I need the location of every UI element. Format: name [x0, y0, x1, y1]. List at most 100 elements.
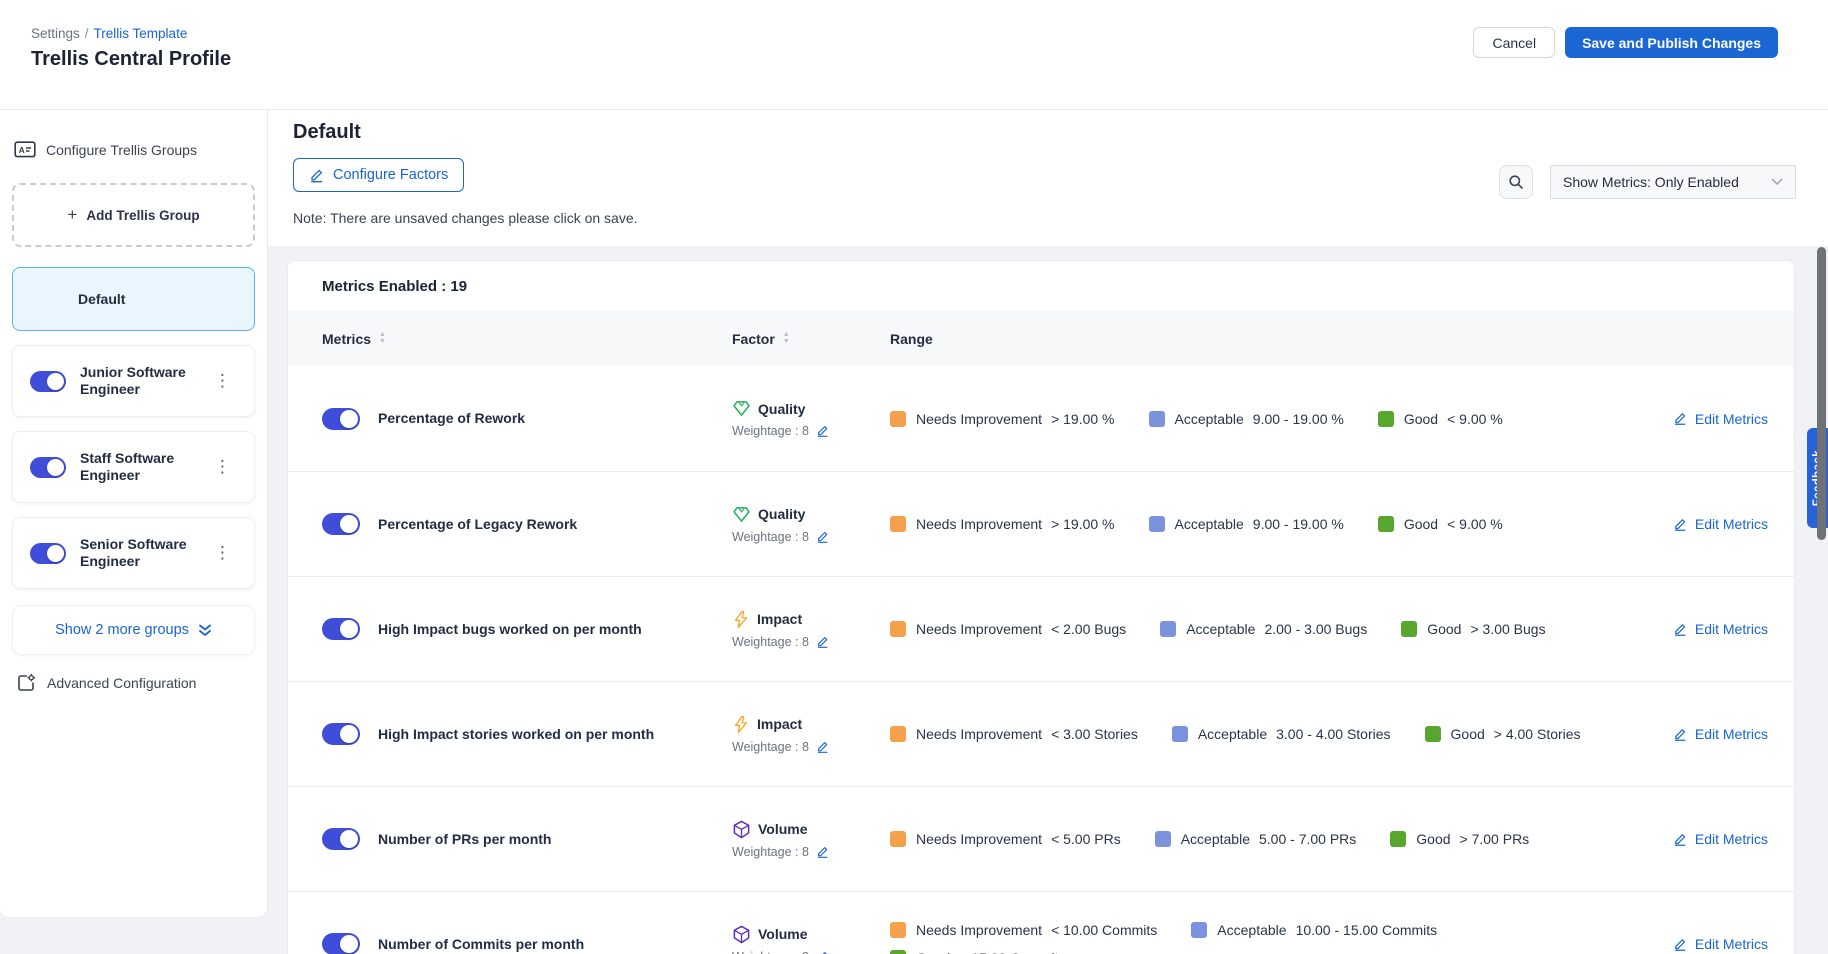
metric-cell: Percentage of Legacy Rework — [322, 513, 732, 535]
search-button[interactable] — [1499, 165, 1533, 199]
add-trellis-group-button[interactable]: + Add Trellis Group — [12, 183, 255, 247]
show-metrics-dropdown[interactable]: Show Metrics: Only Enabled — [1550, 165, 1796, 199]
metric-enabled-toggle[interactable] — [322, 408, 360, 430]
range-label: Good — [916, 950, 950, 954]
badge-card-icon: A — [14, 140, 36, 159]
double-chevron-down-icon — [198, 624, 212, 637]
column-header-factor[interactable]: Factor ▲▼ — [732, 331, 890, 347]
metric-enabled-toggle[interactable] — [322, 513, 360, 535]
save-publish-button[interactable]: Save and Publish Changes — [1565, 27, 1778, 58]
weightage-label: Weightage : 8 — [732, 424, 809, 438]
group-enabled-toggle[interactable] — [30, 371, 66, 392]
factor-cell: Volume Weightage : 8 — [732, 820, 890, 859]
impact-bolt-icon — [732, 715, 750, 734]
group-card[interactable]: Senior Software Engineer ⋮ — [12, 517, 255, 589]
toggle-knob — [47, 373, 64, 390]
column-header-metrics[interactable]: Metrics ▲▼ — [322, 331, 732, 347]
edit-weightage-icon[interactable] — [816, 424, 829, 438]
range-label: Acceptable — [1175, 411, 1244, 427]
main-content: Default Configure Factors Note: There ar… — [268, 110, 1828, 954]
unsaved-changes-note: Note: There are unsaved changes please c… — [293, 210, 638, 226]
range-color-swatch — [1155, 831, 1171, 847]
edit-metrics-link[interactable]: Edit Metrics — [1673, 831, 1768, 847]
range-label: Needs Improvement — [916, 831, 1042, 847]
factor-name: Volume — [758, 926, 808, 942]
edit-metrics-label: Edit Metrics — [1695, 516, 1768, 532]
metric-enabled-toggle[interactable] — [322, 828, 360, 850]
advanced-configuration-link[interactable]: Advanced Configuration — [16, 673, 255, 693]
edit-metrics-label: Edit Metrics — [1695, 726, 1768, 742]
volume-cube-icon — [732, 820, 751, 839]
group-card[interactable]: Staff Software Engineer ⋮ — [12, 431, 255, 503]
metric-enabled-toggle[interactable] — [322, 723, 360, 745]
metric-row: High Impact stories worked on per month … — [288, 681, 1794, 786]
configure-factors-button[interactable]: Configure Factors — [293, 158, 464, 192]
kebab-menu-icon[interactable]: ⋮ — [208, 369, 237, 393]
edit-metrics-link[interactable]: Edit Metrics — [1673, 411, 1768, 427]
range-color-swatch — [890, 726, 906, 742]
kebab-menu-icon[interactable]: ⋮ — [208, 541, 237, 565]
group-title: Default — [293, 121, 361, 144]
range-value: 5.00 - 7.00 PRs — [1259, 831, 1356, 847]
edit-metrics-link[interactable]: Edit Metrics — [1673, 726, 1768, 742]
search-icon — [1508, 174, 1524, 190]
impact-bolt-icon — [732, 610, 750, 629]
header-actions: Cancel Save and Publish Changes — [1473, 27, 1778, 58]
metric-name: Percentage of Legacy Rework — [378, 515, 577, 533]
group-enabled-toggle[interactable] — [30, 543, 66, 564]
range-color-swatch — [1160, 621, 1176, 637]
metric-enabled-toggle[interactable] — [322, 618, 360, 640]
group-header-section: Default Configure Factors Note: There ar… — [268, 110, 1828, 246]
range-value: > 15.00 Commits — [959, 950, 1065, 954]
range-label: Needs Improvement — [916, 621, 1042, 637]
metric-enabled-toggle[interactable] — [322, 933, 360, 954]
group-card[interactable]: Junior Software Engineer ⋮ — [12, 345, 255, 417]
range-label: Needs Improvement — [916, 726, 1042, 742]
range-value: < 2.00 Bugs — [1051, 621, 1126, 637]
range-label: Good — [1451, 726, 1485, 742]
edit-weightage-icon[interactable] — [816, 845, 829, 859]
toggle-knob — [340, 935, 358, 953]
factor-cell: Impact Weightage : 8 — [732, 715, 890, 754]
group-card-default[interactable]: Default — [12, 267, 255, 331]
edit-pencil-icon — [309, 168, 324, 183]
range-color-swatch — [1401, 621, 1417, 637]
edit-weightage-icon[interactable] — [816, 635, 829, 649]
range-color-swatch — [1149, 516, 1165, 532]
breadcrumb-trellis-template[interactable]: Trellis Template — [94, 26, 188, 41]
show-more-groups-button[interactable]: Show 2 more groups — [12, 605, 255, 655]
range-label: Acceptable — [1175, 516, 1244, 532]
metric-cell: Number of Commits per month — [322, 933, 732, 954]
sort-icon[interactable]: ▲▼ — [783, 332, 790, 345]
edit-weightage-icon[interactable] — [816, 530, 829, 544]
range-value: > 19.00 % — [1051, 516, 1114, 532]
sort-icon[interactable]: ▲▼ — [379, 332, 386, 345]
range-cell: Needs Improvement< 5.00 PRsAcceptable5.0… — [890, 831, 1618, 847]
breadcrumb-settings[interactable]: Settings — [31, 26, 80, 41]
metric-row: Percentage of Legacy Rework Quality Weig… — [288, 471, 1794, 576]
configure-factors-label: Configure Factors — [333, 167, 448, 183]
cancel-button[interactable]: Cancel — [1473, 27, 1555, 58]
breadcrumb: Settings/Trellis Template — [31, 26, 187, 41]
edit-pencil-icon — [1673, 411, 1687, 426]
range-value: > 7.00 PRs — [1460, 831, 1530, 847]
vertical-scrollbar-thumb[interactable] — [1817, 247, 1826, 540]
factor-name: Quality — [758, 401, 805, 417]
edit-pencil-icon — [1673, 622, 1687, 637]
range-value: < 9.00 % — [1447, 516, 1503, 532]
metrics-table-body: Percentage of Rework Quality Weightage :… — [288, 366, 1794, 954]
edit-metrics-link[interactable]: Edit Metrics — [1673, 621, 1768, 637]
group-name: Default — [78, 291, 125, 307]
range-badge: Good> 3.00 Bugs — [1401, 621, 1545, 637]
weightage-label: Weightage : 8 — [732, 530, 809, 544]
range-color-swatch — [890, 950, 906, 954]
group-enabled-toggle[interactable] — [30, 457, 66, 478]
range-value: > 4.00 Stories — [1494, 726, 1581, 742]
edit-weightage-icon[interactable] — [816, 740, 829, 754]
kebab-menu-icon[interactable]: ⋮ — [208, 455, 237, 479]
edit-weightage-icon[interactable] — [816, 950, 829, 954]
metric-name: Number of Commits per month — [378, 935, 584, 953]
edit-metrics-link[interactable]: Edit Metrics — [1673, 936, 1768, 952]
range-cell: Needs Improvement> 19.00 %Acceptable9.00… — [890, 411, 1618, 427]
edit-metrics-link[interactable]: Edit Metrics — [1673, 516, 1768, 532]
